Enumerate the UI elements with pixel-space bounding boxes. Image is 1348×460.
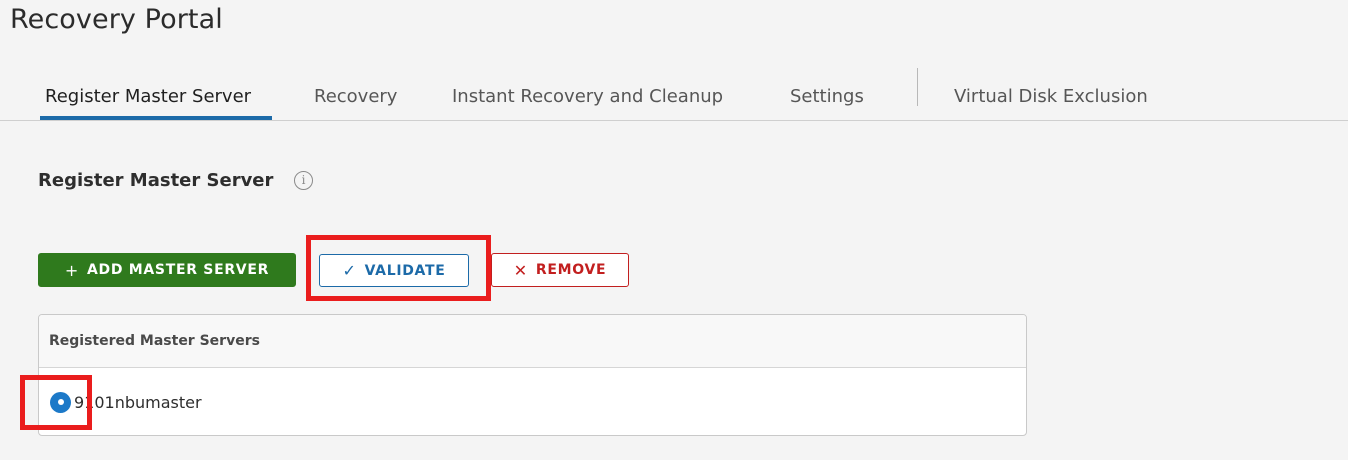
tab-recovery[interactable]: Recovery [314, 86, 397, 107]
close-icon: ✕ [513, 260, 528, 280]
remove-button[interactable]: ✕ REMOVE [491, 253, 629, 287]
tab-register-master-server[interactable]: Register Master Server [45, 86, 251, 107]
add-master-server-button[interactable]: + ADD MASTER SERVER [38, 253, 296, 287]
info-circle-icon[interactable]: i [294, 171, 313, 190]
tab-instant-recovery-and-cleanup[interactable]: Instant Recovery and Cleanup [452, 86, 723, 107]
tab-divider [917, 68, 918, 106]
section-title: Register Master Server [38, 170, 274, 191]
remove-label: REMOVE [535, 262, 607, 278]
master-server-name: 9101nbumaster [74, 392, 202, 412]
row-select-radio[interactable] [50, 391, 71, 413]
validate-label: VALIDATE [364, 262, 446, 279]
tab-settings[interactable]: Settings [790, 86, 864, 107]
validate-button[interactable]: ✓ VALIDATE [319, 254, 469, 287]
tab-virtual-disk-exclusion[interactable]: Virtual Disk Exclusion [954, 86, 1148, 107]
page-title: Recovery Portal [10, 4, 223, 35]
add-master-server-label: ADD MASTER SERVER [87, 262, 270, 278]
checkmark-icon: ✓ [342, 261, 357, 280]
registered-master-servers-grid: Registered Master Servers 9101nbumaster [38, 314, 1027, 436]
radio-selected-dot [57, 399, 64, 405]
active-tab-indicator [40, 116, 272, 120]
tab-bar: Register Master Server Recovery Instant … [0, 68, 1348, 121]
plus-icon: + [64, 260, 80, 280]
grid-header: Registered Master Servers [39, 315, 1026, 368]
table-row[interactable]: 9101nbumaster [39, 368, 1026, 435]
